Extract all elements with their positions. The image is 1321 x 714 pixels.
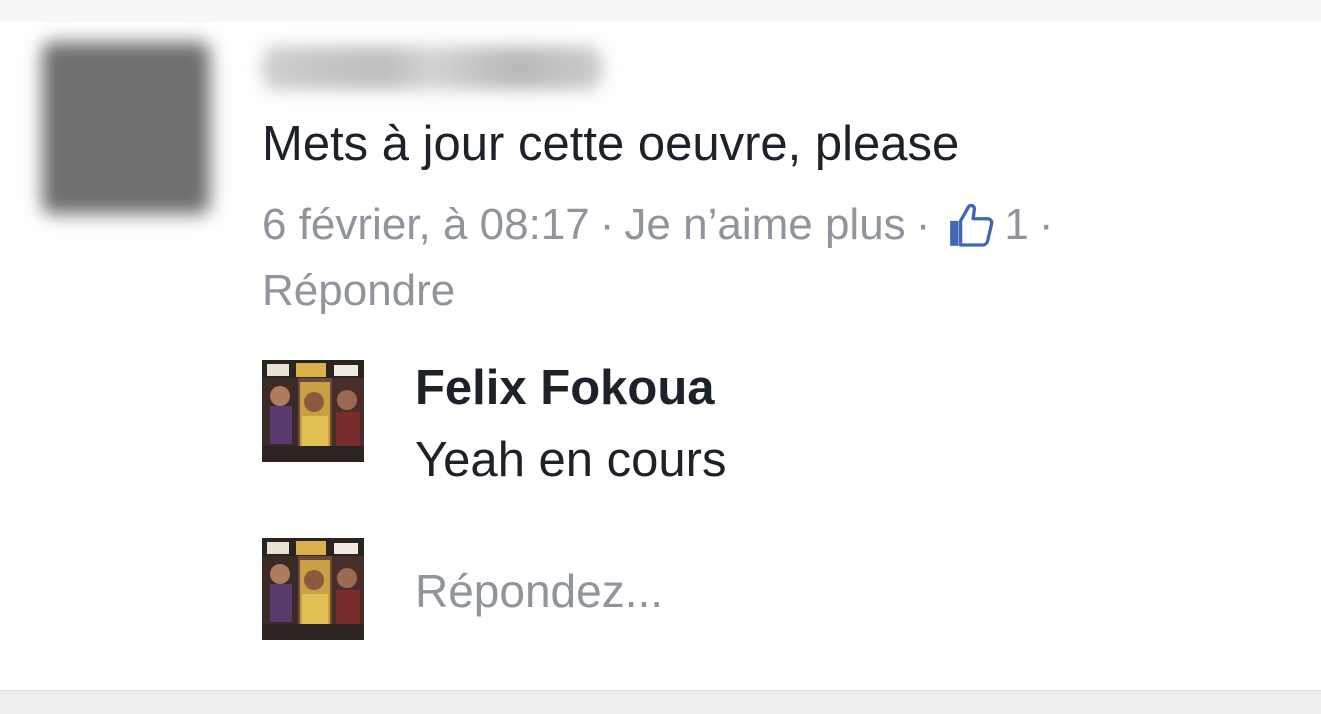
commenter-name-blurred[interactable] (262, 46, 602, 90)
comment-meta: 6 février, à 08:17 · Je n’aime plus · 1 … (262, 196, 1063, 254)
reply-link[interactable]: Répondre (262, 262, 455, 320)
separator-dot: · (1038, 200, 1054, 249)
comment-timestamp[interactable]: 6 février, à 08:17 (262, 196, 590, 254)
comment-text: Mets à jour cette oeuvre, please (262, 117, 960, 171)
like-count[interactable]: 1 (1004, 196, 1028, 254)
commenter-avatar-blurred[interactable] (42, 42, 210, 214)
current-user-avatar (262, 538, 364, 640)
reply-author-name[interactable]: Felix Fokoua (415, 358, 715, 418)
reply-author-avatar[interactable] (262, 360, 364, 462)
top-divider (0, 0, 1321, 22)
reply-text: Yeah en cours (415, 433, 727, 487)
thumbs-up-icon[interactable] (946, 200, 996, 250)
separator-dot: · (915, 200, 931, 249)
separator-dot: · (599, 200, 615, 249)
bottom-divider (0, 690, 1321, 714)
unlike-link[interactable]: Je n’aime plus (624, 196, 905, 254)
reply-input[interactable] (415, 560, 1015, 622)
